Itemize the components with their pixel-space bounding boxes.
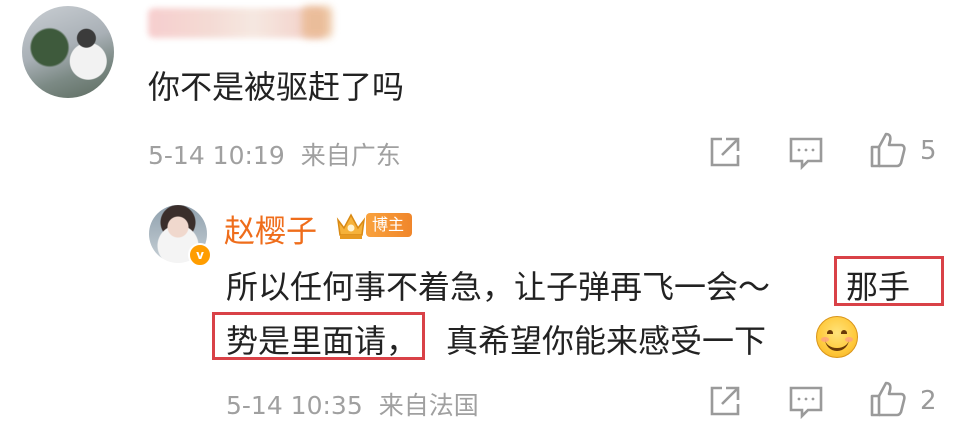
- comment-meta: 5-14 10:19 来自广东: [148, 136, 401, 172]
- reply-text-line2-plain: 真希望你能来感受一下: [446, 322, 767, 360]
- thumbs-up-icon[interactable]: [869, 131, 907, 169]
- commenter-badge-redacted: [302, 6, 332, 38]
- comment-location: 来自广东: [300, 141, 401, 170]
- share-icon[interactable]: [708, 135, 742, 169]
- thumbs-up-icon[interactable]: [869, 380, 907, 418]
- reply-text-highlight-1: 那手: [846, 268, 911, 306]
- verified-v-icon: v: [188, 243, 212, 267]
- reply-like-count: 2: [920, 386, 937, 416]
- reply-text-plain: 所以任何事不着急，让子弹再飞一会～: [226, 268, 771, 306]
- reply-text-highlight-2: 势是里面请，: [226, 322, 419, 360]
- crown-icon: [336, 213, 366, 239]
- comment-icon[interactable]: [788, 136, 824, 170]
- comment-text: 你不是被驱赶了吗: [148, 68, 405, 106]
- comment-icon[interactable]: [788, 385, 824, 419]
- reply-author-name[interactable]: 赵樱子: [224, 206, 317, 251]
- reply-time: 5-14 10:35: [226, 391, 363, 420]
- comment-time: 5-14 10:19: [148, 141, 285, 170]
- reply-meta: 5-14 10:35 来自法国: [226, 386, 479, 422]
- smile-emoji-icon: [816, 316, 858, 358]
- blogger-badge: 博主: [334, 208, 413, 242]
- commenter-name-redacted: [148, 8, 324, 38]
- reply-location: 来自法国: [378, 391, 479, 420]
- commenter-avatar[interactable]: [22, 6, 114, 98]
- share-icon[interactable]: [708, 384, 742, 418]
- blogger-badge-label: 博主: [366, 213, 413, 237]
- reply-text-line1: 所以任何事不着急，让子弹再飞一会～: [226, 262, 770, 308]
- comment-like-count: 5: [920, 136, 937, 166]
